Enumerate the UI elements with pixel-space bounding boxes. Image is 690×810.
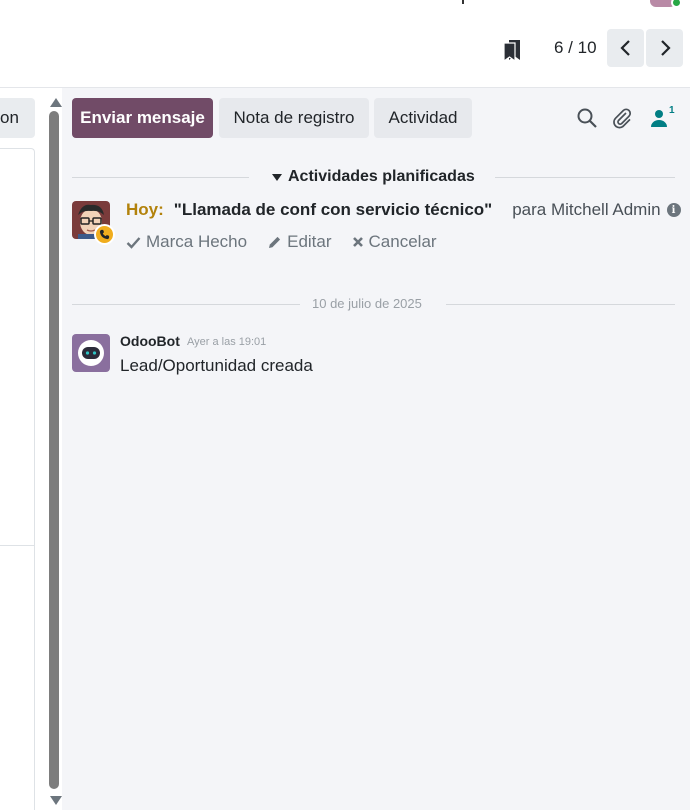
check-icon xyxy=(126,236,141,249)
cancel-label: Cancelar xyxy=(368,232,437,251)
odoobot-icon xyxy=(78,340,104,366)
scrollbar-thumb[interactable] xyxy=(49,111,59,789)
chevron-left-icon xyxy=(619,40,630,56)
planned-activities-title: Actividades planificadas xyxy=(288,168,475,185)
send-message-button[interactable]: Enviar mensaje xyxy=(72,98,213,138)
edit-activity-link[interactable]: Editar xyxy=(267,232,332,252)
message-author[interactable]: OdooBot xyxy=(120,333,180,349)
activity-item: Hoy: "Llamada de conf con servicio técni… xyxy=(126,200,681,220)
header-divider-tick xyxy=(462,0,464,4)
followers-icon[interactable] xyxy=(648,107,670,129)
online-status-badge xyxy=(671,0,682,8)
scroll-down-arrow-icon[interactable] xyxy=(50,796,62,805)
planned-activities-toggle[interactable]: Actividades planificadas xyxy=(272,168,475,186)
cancel-activity-link[interactable]: Cancelar xyxy=(352,232,437,252)
info-icon[interactable]: i xyxy=(666,203,681,217)
follower-count: 1 xyxy=(669,105,675,116)
bookmark-icon[interactable] xyxy=(502,38,522,62)
section-divider-left xyxy=(72,177,249,178)
chevron-right-icon xyxy=(660,40,671,56)
mark-done-label: Marca Hecho xyxy=(146,232,248,251)
date-separator: 10 de julio de 2025 xyxy=(312,296,422,311)
form-button-partial[interactable]: on xyxy=(0,98,35,138)
pencil-icon xyxy=(269,236,281,248)
scroll-up-arrow-icon[interactable] xyxy=(50,98,62,107)
pager-value[interactable]: 6 / 10 xyxy=(554,38,597,58)
section-divider-right xyxy=(495,177,675,178)
chatter-scrollbar[interactable] xyxy=(46,96,62,808)
paperclip-icon[interactable] xyxy=(611,107,633,129)
close-icon xyxy=(352,237,363,247)
activity-assignee: para Mitchell Admin xyxy=(512,200,661,219)
odoobot-avatar[interactable] xyxy=(72,334,110,372)
search-icon[interactable] xyxy=(576,107,598,129)
date-divider-left xyxy=(72,304,300,305)
message-date: Ayer a las 19:01 xyxy=(187,336,267,348)
form-sheet-divider xyxy=(0,545,35,546)
activity-due-label: Hoy: xyxy=(126,200,164,219)
edit-label: Editar xyxy=(287,232,332,251)
activity-summary: "Llamada de conf con servicio técnico" xyxy=(173,200,493,219)
activity-user-avatar[interactable] xyxy=(72,201,115,245)
phone-call-badge xyxy=(94,224,115,245)
pager-next-button[interactable] xyxy=(646,29,683,67)
message-body: Lead/Oportunidad creada xyxy=(120,356,313,375)
mark-done-link[interactable]: Marca Hecho xyxy=(126,232,247,252)
chatter-panel: Enviar mensaje Nota de registro Activida… xyxy=(62,88,690,810)
caret-down-icon xyxy=(272,173,282,181)
activity-actions: Marca Hecho Editar Cancelar xyxy=(126,232,437,252)
date-divider-right xyxy=(446,304,675,305)
form-sheet xyxy=(0,148,35,810)
control-panel: 6 / 10 xyxy=(0,0,690,88)
pager-previous-button[interactable] xyxy=(607,29,644,67)
phone-icon xyxy=(99,229,110,240)
log-note-button[interactable]: Nota de registro xyxy=(219,98,369,138)
schedule-activity-button[interactable]: Actividad xyxy=(374,98,472,138)
